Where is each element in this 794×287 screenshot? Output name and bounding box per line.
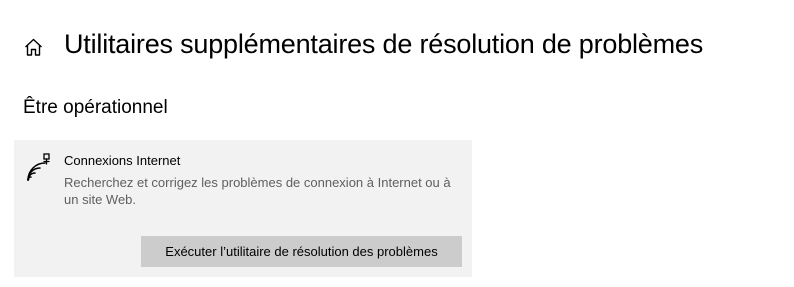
troubleshooter-title: Connexions Internet	[64, 153, 181, 168]
troubleshooter-description: Recherchez et corrigez les problèmes de …	[64, 175, 451, 207]
section-heading: Être opérationnel	[23, 97, 168, 118]
home-icon[interactable]	[23, 37, 44, 58]
page-header: Utilitaires supplémentaires de résolutio…	[0, 0, 794, 90]
internet-connection-icon	[25, 152, 51, 182]
page-title: Utilitaires supplémentaires de résolutio…	[64, 29, 704, 59]
run-troubleshooter-button[interactable]: Exécuter l’utilitaire de résolution des …	[141, 236, 462, 267]
settings-page: Utilitaires supplémentaires de résolutio…	[0, 0, 794, 287]
troubleshooter-card-internet-connections[interactable]: Connexions Internet Recherchez et corrig…	[14, 140, 472, 277]
